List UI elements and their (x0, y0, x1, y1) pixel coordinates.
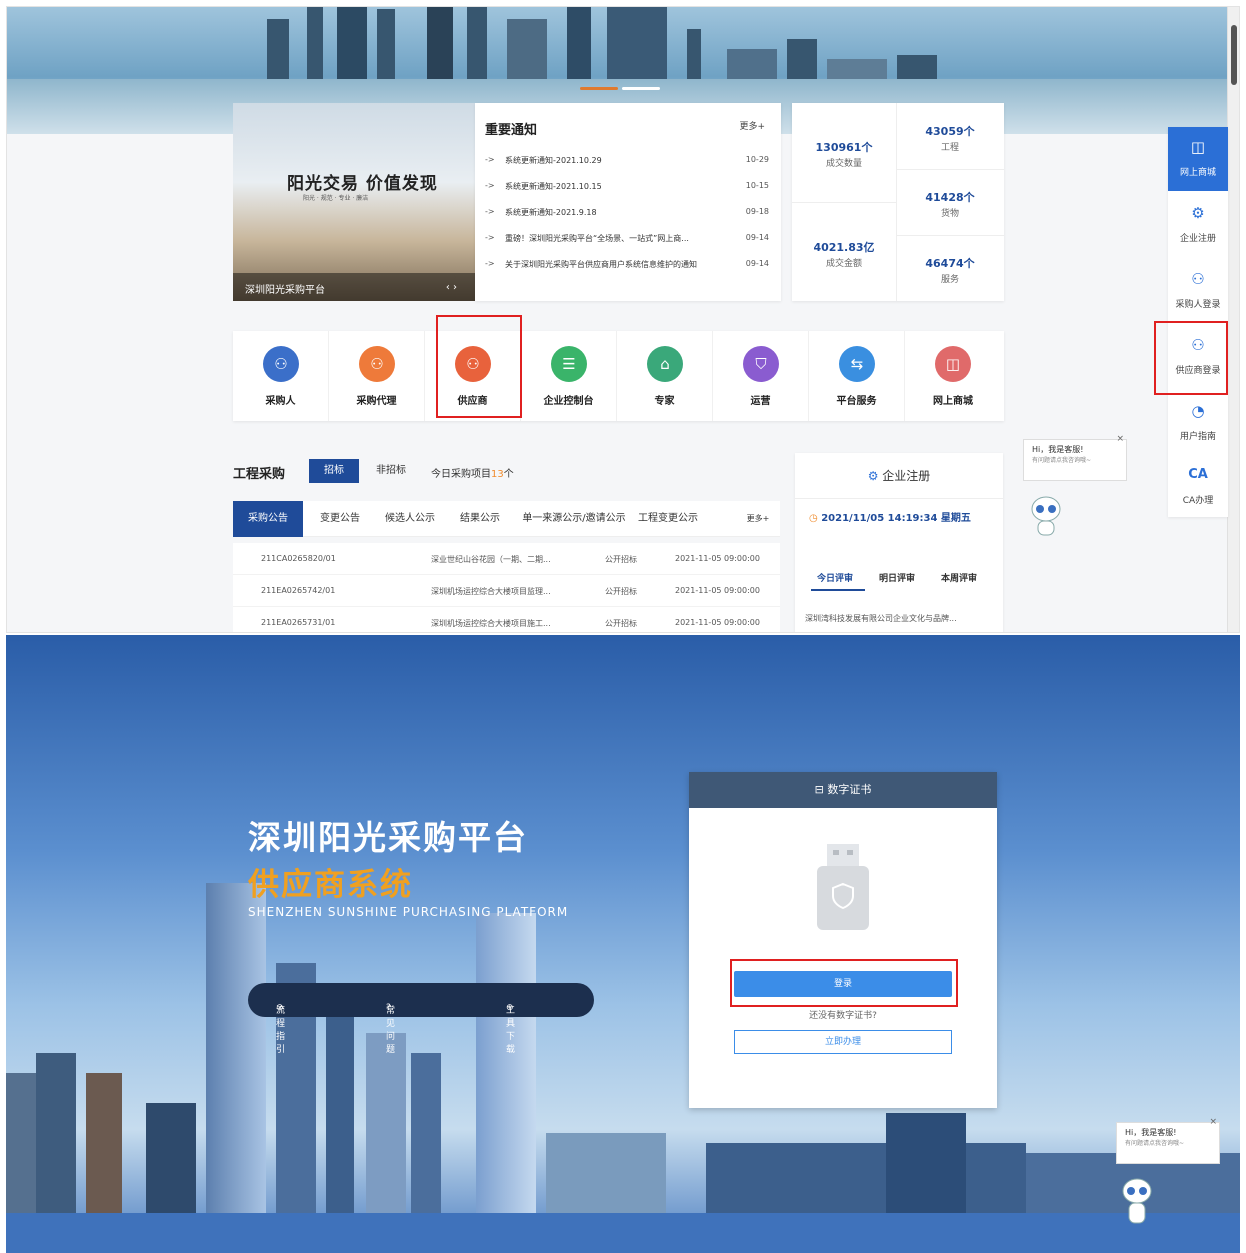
service-icon: ⇆ (839, 346, 875, 382)
close-icon[interactable]: × (1116, 434, 1124, 444)
quick-console[interactable]: ☰ 企业控制台 (521, 331, 617, 421)
more-link[interactable]: 更多+ (738, 501, 778, 537)
mall-icon: ◫ (1190, 138, 1206, 156)
notice-item[interactable]: -> 关于深圳阳光采购平台供应商用户系统信息维护的通知 09-14 (485, 259, 769, 273)
notice-more-link[interactable]: 更多+ (739, 119, 765, 132)
mascot-icon[interactable] (1029, 491, 1063, 539)
ca-icon: CA (1188, 467, 1208, 482)
quick-platform-service[interactable]: ⇆ 平台服务 (809, 331, 905, 421)
stat-amount: 4021.83亿 成交金额 (813, 241, 875, 269)
table-row[interactable]: 211CA0265820/01 深业世纪山谷花园（一期、二期... 公开招标 2021… (233, 543, 780, 575)
mascot-icon[interactable] (1120, 1173, 1154, 1229)
register-icon: ⚙ (1191, 204, 1205, 222)
tab-change-notice[interactable]: 变更公告 (311, 501, 369, 537)
side-register[interactable]: ⚙ 企业注册 (1168, 193, 1228, 257)
today-count: 今日采购项目13个 (431, 469, 514, 480)
stat-deals: 130961个 成交数量 (815, 141, 873, 169)
quick-expert[interactable]: ⌂ 专家 (617, 331, 713, 421)
carousel-dot[interactable] (580, 87, 618, 90)
side-mall[interactable]: ◫ 网上商城 (1168, 127, 1228, 191)
helper-links: ⊘ 流程指引 ? 常见问题 ⊕ 工具下载 (248, 983, 594, 1055)
portal-screenshot: 阳光交易 价值发现 阳光 · 规范 · 专业 · 廉洁 深圳阳光采购平台 ‹ ›… (6, 6, 1240, 633)
side-guide[interactable]: ◔ 用户指南 (1168, 391, 1228, 455)
register-icon: ⚙ (867, 469, 879, 483)
tab-non-bidding[interactable]: 非招标 (365, 459, 417, 483)
chat-bubble[interactable]: Hi，我是客服! 有问题请点我咨询哦~ × (1023, 434, 1127, 481)
cert-login-panel: ⊟ 数字证书 登录 还没有数字证书? 立即办理 (689, 772, 997, 1108)
agency-icon: ⚇ (359, 346, 395, 382)
tab-project-change[interactable]: 工程变更公示 (635, 501, 701, 537)
register-panel: ⚙ 企业注册 ◷ 2021/11/05 14:19:34 星期五 今日评审 明日… (795, 453, 1003, 632)
mall-icon: ◫ (935, 346, 971, 382)
notice-title: 重要通知 (485, 123, 538, 138)
clock-icon: ◷ (809, 513, 818, 524)
tab-single-source[interactable]: 单一来源公示/邀请公示 (517, 501, 631, 537)
notice-item[interactable]: -> 重磅！深圳阳光采购平台“全场景、一站式”网上商... 09-14 (485, 233, 769, 247)
tab-purchase-notice[interactable]: 采购公告 (233, 501, 303, 537)
notice-panel: 重要通知 更多+ -> 系统更新通知-2021.10.29 10-29 -> 系统更新… (475, 103, 781, 301)
highlight-box (436, 315, 522, 418)
slide-subtitle: 阳光 · 规范 · 专业 · 廉洁 (303, 195, 369, 202)
usb-key-icon (817, 844, 869, 934)
platform-title-en: SHENZHEN SUNSHINE PURCHASING PLATFORM (248, 905, 569, 919)
side-purchaser-login[interactable]: ⚇ 采购人登录 (1168, 259, 1228, 323)
quick-mall[interactable]: ◫ 网上商城 (905, 331, 1001, 421)
notice-item[interactable]: -> 系统更新通知-2021.9.18 09-18 (485, 207, 769, 221)
slide-nav[interactable]: ‹ › (446, 282, 457, 293)
close-icon[interactable]: × (1209, 1117, 1217, 1127)
cert-header: ⊟ 数字证书 (689, 772, 997, 808)
console-icon: ☰ (551, 346, 587, 382)
side-ca[interactable]: CA CA办理 (1168, 455, 1228, 519)
supplier-login-screenshot: 深圳阳光采购平台 供应商系统 SHENZHEN SUNSHINE PURCHAS… (6, 635, 1240, 1253)
slideshow[interactable]: 阳光交易 价值发现 阳光 · 规范 · 专业 · 廉洁 深圳阳光采购平台 ‹ › (233, 103, 475, 301)
apply-now-button[interactable]: 立即办理 (734, 1030, 952, 1054)
tab-week-review[interactable]: 本周评审 (941, 571, 977, 584)
tab-bidding[interactable]: 招标 (309, 459, 359, 483)
stat-goods: 41428个 货物 (925, 191, 975, 219)
notice-item[interactable]: -> 系统更新通知-2021.10.15 10-15 (485, 181, 769, 195)
chat-bubble[interactable]: Hi，我是客服! 有问题请点我咨询哦~ × (1116, 1117, 1220, 1164)
platform-title: 深圳阳光采购平台 (248, 818, 528, 857)
computer-icon: ⊟ (814, 783, 824, 796)
expert-icon: ⌂ (647, 346, 683, 382)
datetime: ◷ 2021/11/05 14:19:34 星期五 (809, 513, 971, 524)
notice-item[interactable]: -> 系统更新通知-2021.10.29 10-29 (485, 155, 769, 169)
slide-caption: 深圳阳光采购平台 (233, 273, 475, 301)
guide-icon: ◔ (1191, 402, 1205, 420)
stat-projects: 43059个 工程 (925, 125, 975, 153)
system-title: 供应商系统 (248, 867, 413, 903)
operation-icon: ⛉ (743, 346, 779, 382)
register-header[interactable]: ⚙ 企业注册 (795, 453, 1003, 499)
quick-operation[interactable]: ⛉ 运营 (713, 331, 809, 421)
table-row[interactable]: 211EA0265742/01 深圳机场运控综合大楼项目监理... 公开招标 2021… (233, 575, 780, 607)
highlight-box (730, 959, 958, 1007)
engineering-procurement: 工程采购 招标 非招标 今日采购项目13个 采购公告 变更公告 候选人公示 结果… (233, 453, 793, 632)
tab-today-review[interactable]: 今日评审 (817, 571, 853, 584)
table-row[interactable]: 211EA0265731/01 深圳机场运控综合大楼项目施工... 公开招标 2021… (233, 607, 780, 632)
highlight-box (1154, 321, 1228, 395)
scrollbar[interactable] (1227, 7, 1239, 632)
announcement-tabs: 采购公告 变更公告 候选人公示 结果公示 单一来源公示/邀请公示 工程变更公示 … (233, 501, 780, 537)
user-icon: ⚇ (1191, 270, 1205, 288)
quick-entry-bar: ⚇ 采购人 ⚇ 采购代理 ⚇ 供应商 ☰ 企业控制台 ⌂ 专家 ⛉ 运营 ⇆ 平台服务 ◫ 网上… (233, 331, 1004, 421)
purchaser-icon: ⚇ (263, 346, 299, 382)
tab-result[interactable]: 结果公示 (451, 501, 509, 537)
stats-panel: 130961个 成交数量 4021.83亿 成交金额 43059个 工程 41428个… (792, 103, 1004, 301)
carousel-dot[interactable] (622, 87, 660, 90)
tab-tomorrow-review[interactable]: 明日评审 (879, 571, 915, 584)
tab-candidate[interactable]: 候选人公示 (377, 501, 443, 537)
no-cert-hint: 还没有数字证书? (809, 1011, 877, 1021)
review-item[interactable]: 深圳湾科技发展有限公司企业文化与品牌... (805, 613, 995, 624)
quick-purchaser[interactable]: ⚇ 采购人 (233, 331, 329, 421)
slide-title: 阳光交易 价值发现 (287, 174, 438, 194)
section-title: 工程采购 (233, 467, 286, 482)
quick-agency[interactable]: ⚇ 采购代理 (329, 331, 425, 421)
stat-services: 46474个 服务 (925, 257, 975, 285)
